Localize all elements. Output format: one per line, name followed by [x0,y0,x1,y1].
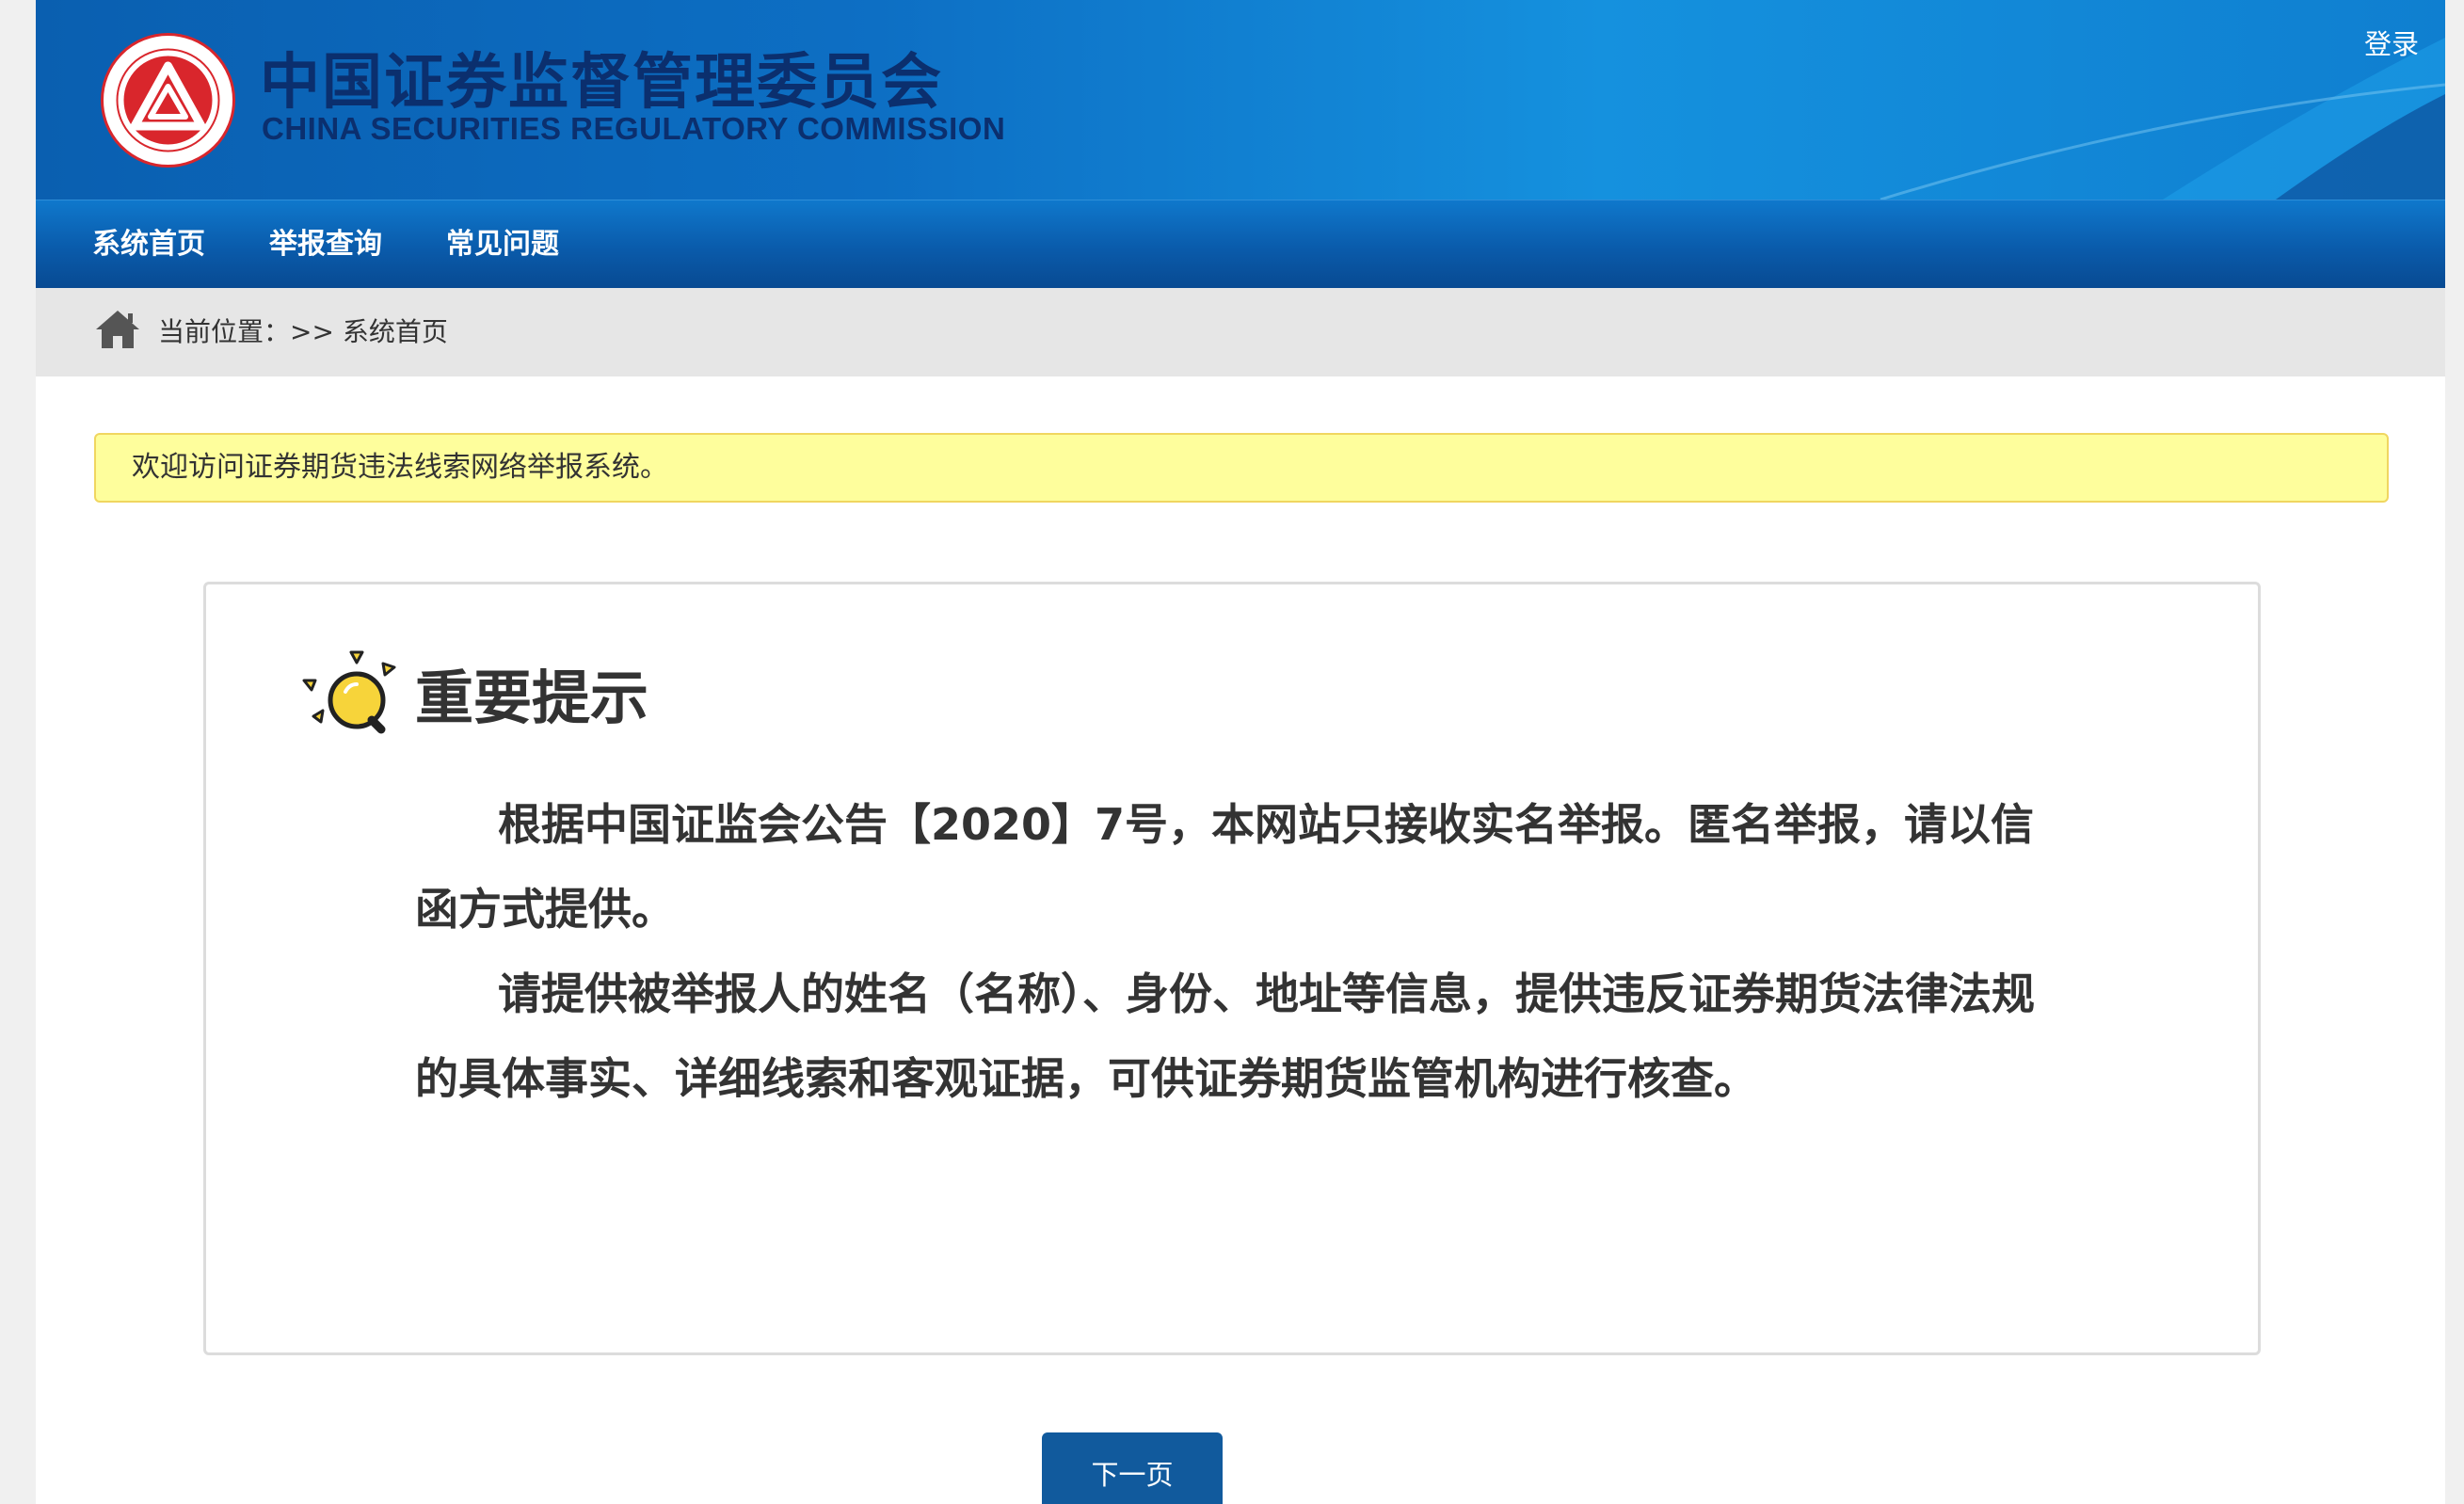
nav-item-report-query[interactable]: 举报查询 [269,200,382,289]
csrc-logo-seal-icon [100,32,236,168]
important-notice-card: 重要提示 根据中国证监会公告【2020】7号，本网站只接收实名举报。匿名举报，请… [203,582,2261,1355]
header-swoosh-decoration [1880,0,2445,200]
site-header: 中国证券监督管理委员会 CHINA SECURITIES REGULATORY … [36,0,2445,200]
card-body: 根据中国证监会公告【2020】7号，本网站只接收实名举报。匿名举报，请以信函方式… [415,782,2072,1121]
breadcrumb: 当前位置：>> 系统首页 [36,288,2445,376]
breadcrumb-text: 当前位置：>> 系统首页 [158,316,448,347]
lightbulb-icon [300,648,398,743]
logo-english-name: CHINA SECURITIES REGULATORY COMMISSION [262,111,1006,146]
next-page-button[interactable]: 下一页 [1042,1432,1223,1504]
notice-paragraph: 请提供被举报人的姓名（名称）、身份、地址等信息，提供违反证券期货法律法规的具体事… [415,968,2035,1104]
welcome-notice-text: 欢迎访问证券期货违法线索网络举报系统。 [132,451,668,484]
card-title: 重要提示 [415,664,649,732]
logo-chinese-name: 中国证券监督管理委员会 [260,47,943,118]
login-link[interactable]: 登录 [2364,23,2419,62]
nav-item-faq[interactable]: 常见问题 [446,200,559,289]
nav-item-home[interactable]: 系统首页 [92,200,205,289]
home-icon[interactable] [94,309,141,350]
page: 中国证券监督管理委员会 CHINA SECURITIES REGULATORY … [36,0,2445,1504]
welcome-notice: 欢迎访问证券期货违法线索网络举报系统。 [94,433,2389,503]
notice-paragraph: 根据中国证监会公告【2020】7号，本网站只接收实名举报。匿名举报，请以信函方式… [415,799,2035,935]
main-nav: 系统首页 举报查询 常见问题 [36,200,2445,288]
